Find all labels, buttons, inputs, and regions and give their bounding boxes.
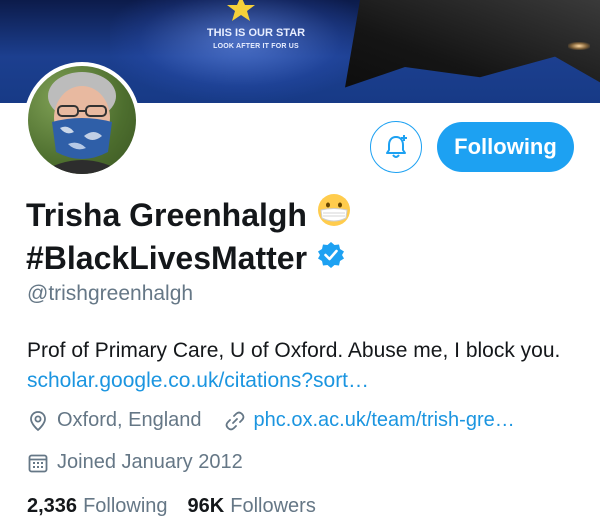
link-icon: [225, 411, 244, 430]
follow-stats: 2,336 Following 96K Followers: [27, 495, 316, 518]
location-text: Oxford, England: [57, 409, 202, 431]
calendar-icon: [28, 454, 48, 472]
face-with-medical-mask-emoji: [317, 193, 351, 237]
website-link[interactable]: phc.ox.ac.uk/team/trish-gre…: [254, 409, 515, 432]
avatar[interactable]: [24, 62, 140, 178]
avatar-portrait: [38, 72, 126, 174]
bio-text: Prof of Primary Care, U of Oxford. Abuse…: [27, 339, 561, 362]
following-count: 2,336: [27, 495, 78, 517]
profile-handle: @trishgreenhalgh: [27, 282, 194, 305]
banner-text-line2: LOOK AFTER IT FOR US: [213, 43, 299, 50]
bell-plus-icon: [386, 135, 407, 158]
following-stat[interactable]: 2,336 Following: [27, 495, 168, 518]
profile-meta: Oxford, England phc.ox.ac.uk/team/trish-…: [27, 409, 515, 432]
banner-text: THIS IS OUR STAR LOOK AFTER IT FOR US: [196, 27, 316, 53]
followers-stat[interactable]: 96K Followers: [188, 495, 316, 518]
following-label: Following: [83, 495, 168, 517]
profile-name: Trisha Greenhalgh #BlackLivesMatter: [26, 193, 546, 279]
profile-name-line1: Trisha Greenhalgh: [26, 197, 307, 233]
star-icon: [227, 0, 255, 21]
joined-text: Joined January 2012: [57, 451, 243, 473]
profile-bio: Prof of Primary Care, U of Oxford. Abuse…: [27, 336, 567, 396]
following-button[interactable]: Following: [437, 122, 574, 172]
banner-text-line1: THIS IS OUR STAR: [206, 27, 306, 39]
location-pin-icon: [30, 410, 46, 431]
location-item: Oxford, England: [27, 409, 202, 432]
bio-link[interactable]: scholar.google.co.uk/citations?sort…: [27, 369, 369, 392]
followers-count: 96K: [187, 495, 225, 517]
notify-button[interactable]: [370, 121, 422, 173]
profile-name-line2: #BlackLivesMatter: [26, 240, 308, 276]
avatar-photo: [28, 66, 136, 174]
website-item[interactable]: phc.ox.ac.uk/team/trish-gre…: [224, 409, 515, 432]
verified-badge-icon: [317, 237, 345, 279]
banner-light: [568, 42, 590, 50]
followers-label: Followers: [230, 495, 316, 517]
joined-item: Joined January 2012: [27, 451, 243, 474]
